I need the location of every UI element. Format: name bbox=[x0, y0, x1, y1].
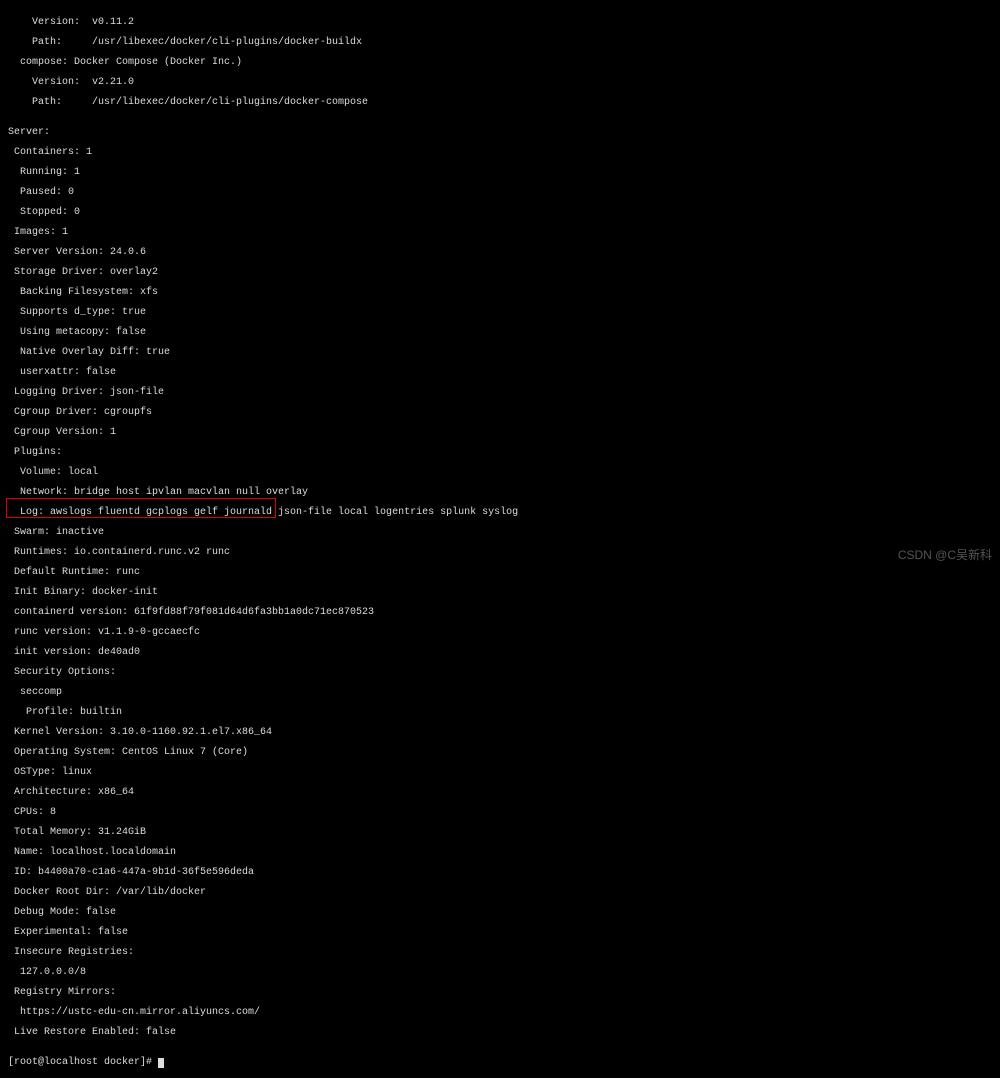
output-line: compose: Docker Compose (Docker Inc.) bbox=[8, 58, 992, 68]
output-line: Stopped: 0 bbox=[8, 208, 992, 218]
output-line: Security Options: bbox=[8, 668, 992, 678]
output-line: Registry Mirrors: bbox=[8, 988, 992, 998]
output-line: Docker Root Dir: /var/lib/docker bbox=[8, 888, 992, 898]
output-line: Path: /usr/libexec/docker/cli-plugins/do… bbox=[8, 98, 992, 108]
output-line: Version: v2.21.0 bbox=[8, 78, 992, 88]
output-line: Debug Mode: false bbox=[8, 908, 992, 918]
output-line: Operating System: CentOS Linux 7 (Core) bbox=[8, 748, 992, 758]
output-line: 127.0.0.0/8 bbox=[8, 968, 992, 978]
output-line: Architecture: x86_64 bbox=[8, 788, 992, 798]
output-line: Total Memory: 31.24GiB bbox=[8, 828, 992, 838]
output-line: init version: de40ad0 bbox=[8, 648, 992, 658]
output-line: Default Runtime: runc bbox=[8, 568, 992, 578]
output-line: Plugins: bbox=[8, 448, 992, 458]
output-line: Path: /usr/libexec/docker/cli-plugins/do… bbox=[8, 38, 992, 48]
output-line: Backing Filesystem: xfs bbox=[8, 288, 992, 298]
output-line: ID: b4400a70-c1a6-447a-9b1d-36f5e596deda bbox=[8, 868, 992, 878]
output-line: Kernel Version: 3.10.0-1160.92.1.el7.x86… bbox=[8, 728, 992, 738]
output-line: Containers: 1 bbox=[8, 148, 992, 158]
output-line: seccomp bbox=[8, 688, 992, 698]
output-line: Profile: builtin bbox=[8, 708, 992, 718]
output-line: Using metacopy: false bbox=[8, 328, 992, 338]
prompt-text: [root@localhost docker]# bbox=[8, 1057, 158, 1068]
output-line: Swarm: inactive bbox=[8, 528, 992, 538]
output-line: Version: v0.11.2 bbox=[8, 18, 992, 28]
output-line: runc version: v1.1.9-0-gccaecfc bbox=[8, 628, 992, 638]
output-line: Supports d_type: true bbox=[8, 308, 992, 318]
output-line: Insecure Registries: bbox=[8, 948, 992, 958]
output-line: Native Overlay Diff: true bbox=[8, 348, 992, 358]
output-line: Cgroup Driver: cgroupfs bbox=[8, 408, 992, 418]
output-line: Network: bridge host ipvlan macvlan null… bbox=[8, 488, 992, 498]
terminal-output: Version: v0.11.2 Path: /usr/libexec/dock… bbox=[8, 8, 992, 1078]
output-line: https://ustc-edu-cn.mirror.aliyuncs.com/ bbox=[8, 1008, 992, 1018]
output-line: Logging Driver: json-file bbox=[8, 388, 992, 398]
watermark-text: CSDN @C吴新科 bbox=[898, 550, 992, 560]
output-line: Experimental: false bbox=[8, 928, 992, 938]
output-line: userxattr: false bbox=[8, 368, 992, 378]
cursor-icon bbox=[158, 1058, 164, 1068]
output-line: Runtimes: io.containerd.runc.v2 runc bbox=[8, 548, 992, 558]
output-line: CPUs: 8 bbox=[8, 808, 992, 818]
output-line: Name: localhost.localdomain bbox=[8, 848, 992, 858]
output-line: Live Restore Enabled: false bbox=[8, 1028, 992, 1038]
output-line: Volume: local bbox=[8, 468, 992, 478]
output-line: Server Version: 24.0.6 bbox=[8, 248, 992, 258]
output-line: Running: 1 bbox=[8, 168, 992, 178]
output-line: Paused: 0 bbox=[8, 188, 992, 198]
prompt-line[interactable]: [root@localhost docker]# bbox=[8, 1058, 992, 1068]
output-line: Cgroup Version: 1 bbox=[8, 428, 992, 438]
output-line: Init Binary: docker-init bbox=[8, 588, 992, 598]
output-line: Log: awslogs fluentd gcplogs gelf journa… bbox=[8, 508, 992, 518]
output-line: Server: bbox=[8, 128, 992, 138]
output-line: containerd version: 61f9fd88f79f081d64d6… bbox=[8, 608, 992, 618]
output-line: Images: 1 bbox=[8, 228, 992, 238]
output-line: Storage Driver: overlay2 bbox=[8, 268, 992, 278]
output-line: OSType: linux bbox=[8, 768, 992, 778]
